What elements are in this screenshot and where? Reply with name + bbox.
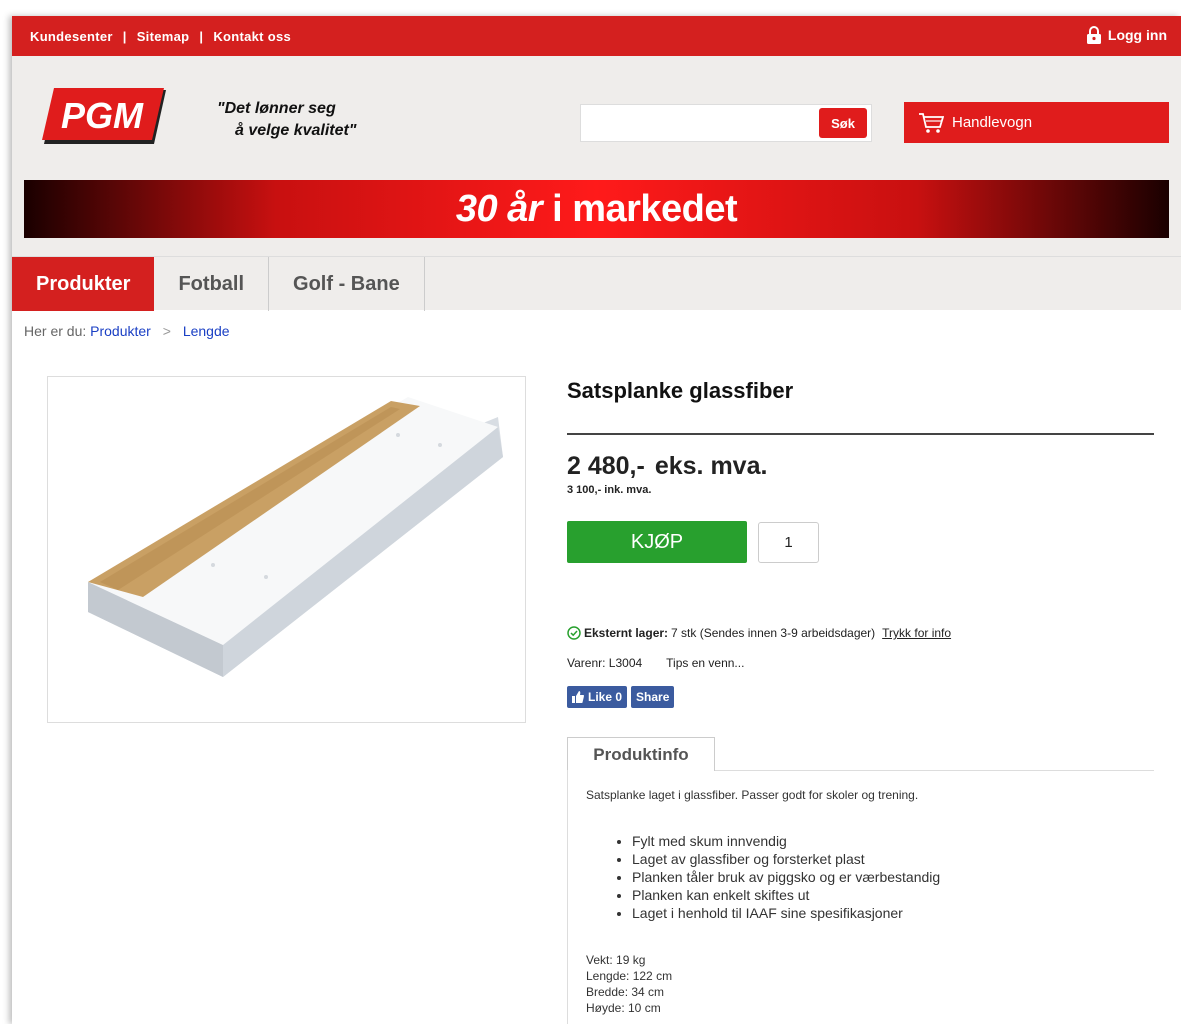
top-bar: Kundesenter | Sitemap | Kontakt oss Logg… bbox=[12, 16, 1181, 56]
anniversary-banner: 30 år i markedet bbox=[24, 180, 1169, 238]
header: PGM "Det lønner seg å velge kvalitet" Sø… bbox=[12, 56, 1181, 256]
tab-fotball[interactable]: Fotball bbox=[154, 257, 270, 311]
price-suffix: eks. mva. bbox=[654, 452, 768, 480]
list-item: Laget av glassfiber og forsterket plast bbox=[632, 850, 1136, 868]
price-incl-vat: 3 100,- ink. mva. bbox=[567, 484, 652, 496]
spec-length: Lengde: 122 cm bbox=[586, 969, 673, 983]
list-item: Laget i henhold til IAAF sine spesifikas… bbox=[632, 904, 1136, 922]
buy-button[interactable]: KJØP bbox=[567, 521, 747, 563]
stock-info-link[interactable]: Trykk for info bbox=[882, 626, 951, 640]
search-button[interactable]: Søk bbox=[819, 108, 867, 138]
slogan: "Det lønner seg å velge kvalitet" bbox=[217, 98, 356, 142]
product-title: Satsplanke glassfiber bbox=[567, 378, 794, 403]
like-label: Like 0 bbox=[588, 690, 623, 704]
page-frame: Kundesenter | Sitemap | Kontakt oss Logg… bbox=[12, 16, 1181, 1024]
breadcrumb-lengde[interactable]: Lengde bbox=[183, 323, 230, 339]
search-box: Søk bbox=[580, 104, 872, 142]
tab-produktinfo[interactable]: Produktinfo bbox=[567, 737, 715, 771]
stock-text: 7 stk (Sendes innen 3-9 arbeidsdager) bbox=[671, 626, 876, 640]
quantity-input[interactable]: 1 bbox=[758, 522, 819, 563]
pgm-logo[interactable]: PGM bbox=[42, 86, 168, 146]
tab-produkter[interactable]: Produkter bbox=[12, 257, 155, 311]
banner-text: i markedet bbox=[552, 187, 738, 230]
link-kundesenter[interactable]: Kundesenter bbox=[30, 29, 113, 44]
slogan-line-1: "Det lønner seg bbox=[217, 100, 336, 117]
stock-status: Eksternt lager: 7 stk (Sendes innen 3-9 … bbox=[567, 626, 951, 640]
login-link[interactable]: Logg inn bbox=[1086, 26, 1167, 44]
breadcrumb-produkter[interactable]: Produkter bbox=[90, 323, 151, 339]
top-links: Kundesenter | Sitemap | Kontakt oss bbox=[30, 29, 291, 44]
breadcrumb: Her er du: Produkter > Lengde bbox=[24, 323, 230, 339]
stock-label: Eksternt lager: bbox=[584, 626, 669, 640]
title-divider bbox=[567, 433, 1154, 435]
logo-text: PGM bbox=[61, 95, 144, 136]
product-image-frame[interactable] bbox=[47, 376, 526, 723]
login-label: Logg inn bbox=[1107, 27, 1167, 43]
banner-years: 30 år bbox=[455, 187, 543, 230]
separator: | bbox=[122, 29, 127, 44]
cart-label: Handlevogn bbox=[952, 114, 1033, 131]
list-item: Planken kan enkelt skiftes ut bbox=[632, 886, 1136, 904]
spec-list: Vekt: 19 kg Lengde: 122 cm Bredde: 34 cm… bbox=[586, 952, 1136, 1016]
spec-weight: Vekt: 19 kg bbox=[586, 953, 646, 967]
cart-button[interactable]: Handlevogn bbox=[904, 102, 1169, 143]
thumbs-up-icon bbox=[572, 691, 584, 703]
list-item: Planken tåler bruk av piggsko og er værb… bbox=[632, 868, 1136, 886]
product-info-panel: Satsplanke laget i glassfiber. Passer go… bbox=[567, 770, 1154, 1024]
search-input[interactable] bbox=[581, 105, 817, 141]
product-meta: Varenr: L3004 Tips en venn... bbox=[567, 656, 744, 670]
social-buttons: Like 0 Share bbox=[567, 686, 675, 708]
share-button[interactable]: Share bbox=[631, 686, 675, 708]
link-kontakt-oss[interactable]: Kontakt oss bbox=[213, 29, 291, 44]
breadcrumb-prefix: Her er du: bbox=[24, 323, 87, 339]
tab-golf-bane[interactable]: Golf - Bane bbox=[269, 257, 425, 311]
list-item: Fylt med skum innvendig bbox=[632, 832, 1136, 850]
link-sitemap[interactable]: Sitemap bbox=[137, 29, 190, 44]
main-nav: Produkter Fotball Golf - Bane bbox=[12, 256, 1181, 311]
product-description: Satsplanke laget i glassfiber. Passer go… bbox=[586, 788, 919, 802]
item-number: Varenr: L3004 bbox=[567, 656, 643, 670]
tips-link[interactable]: Tips en venn... bbox=[666, 656, 744, 670]
cart-icon bbox=[919, 112, 944, 133]
like-button[interactable]: Like 0 bbox=[567, 686, 628, 708]
spec-width: Bredde: 34 cm bbox=[586, 985, 665, 999]
lock-icon bbox=[1086, 26, 1101, 44]
separator: | bbox=[199, 29, 204, 44]
breadcrumb-separator: > bbox=[162, 323, 171, 339]
product-image bbox=[88, 397, 503, 677]
feature-list: Fylt med skum innvendig Laget av glassfi… bbox=[586, 832, 1136, 922]
check-circle-icon bbox=[567, 626, 581, 640]
slogan-line-2: å velge kvalitet" bbox=[235, 122, 357, 139]
price-value: 2 480,- bbox=[567, 452, 645, 480]
spec-height: Høyde: 10 cm bbox=[586, 1001, 661, 1015]
price: 2 480,- eks. mva. bbox=[567, 452, 767, 481]
